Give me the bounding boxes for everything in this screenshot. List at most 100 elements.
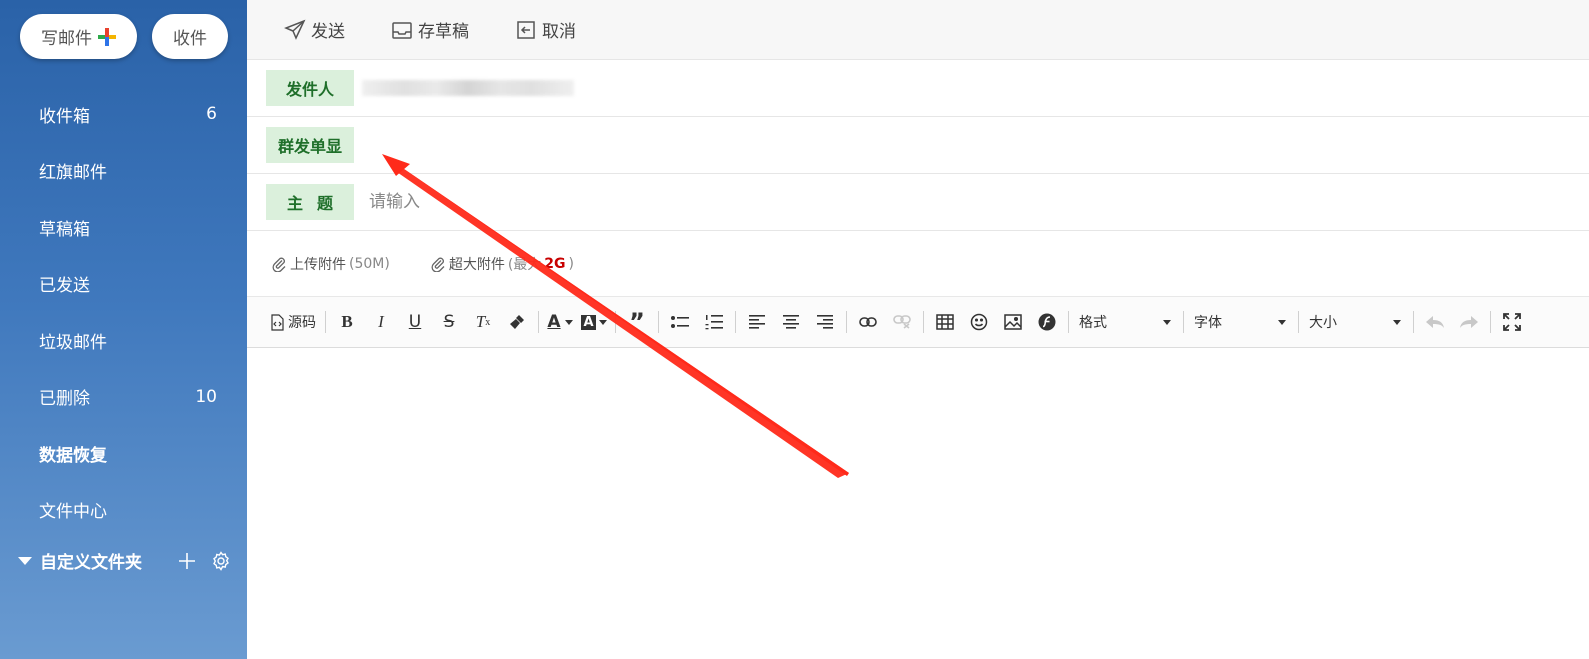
toolbar-divider xyxy=(1298,311,1299,333)
format-select[interactable]: 格式 xyxy=(1073,307,1179,337)
compose-label: 写邮件 xyxy=(41,29,92,49)
attachment-row: 上传附件 (50M) 超大附件 (最大 2G ) xyxy=(247,231,1589,296)
sidebar-item-label: 草稿箱 xyxy=(39,219,90,240)
add-folder-icon[interactable] xyxy=(175,549,199,573)
large-limit-prefix: (最大 xyxy=(507,256,542,273)
image-icon[interactable] xyxy=(996,307,1030,337)
plus-icon xyxy=(98,27,116,46)
sender-address-blurred[interactable] xyxy=(362,80,574,96)
toolbar-divider xyxy=(735,311,736,333)
custom-folders-header: 自定义文件夹 xyxy=(18,548,233,573)
source-code-button[interactable]: 源码 xyxy=(265,307,321,337)
sidebar-item-drafts[interactable]: 草稿箱 xyxy=(0,199,247,256)
sender-label: 发件人 xyxy=(266,70,354,106)
quote-icon[interactable]: ” xyxy=(620,307,654,337)
sidebar-item-label: 收件箱 xyxy=(39,106,90,127)
sidebar-item-label: 已发送 xyxy=(39,276,90,297)
gear-icon[interactable] xyxy=(209,549,233,573)
inbox-tray-icon xyxy=(392,21,412,39)
expand-triangle-icon[interactable] xyxy=(18,556,32,565)
numbered-list-icon[interactable] xyxy=(697,307,731,337)
subject-label: 主题 xyxy=(266,184,354,220)
chevron-down-icon xyxy=(1393,319,1401,325)
send-button[interactable]: 发送 xyxy=(284,17,345,42)
source-code-icon xyxy=(271,313,284,331)
undo-icon[interactable] xyxy=(1418,307,1452,337)
format-painter-icon[interactable] xyxy=(500,307,534,337)
upload-attachment-label: 上传附件 xyxy=(290,256,346,273)
link-icon[interactable] xyxy=(851,307,885,337)
emoji-icon[interactable] xyxy=(962,307,996,337)
table-icon[interactable] xyxy=(928,307,962,337)
exit-icon xyxy=(517,20,535,39)
bullet-list-icon[interactable] xyxy=(663,307,697,337)
sidebar-item-data-recovery[interactable]: 数据恢复 xyxy=(0,425,247,482)
align-center-icon[interactable] xyxy=(774,307,808,337)
editor-toolbar: 源码 B I U S Tx A A ” 格式 字体 大小 xyxy=(247,296,1589,348)
send-label: 发送 xyxy=(311,22,345,42)
compose-toolbar: 发送 存草稿 取消 xyxy=(247,0,1589,60)
deleted-count: 10 xyxy=(195,386,217,407)
sidebar-item-label: 红旗邮件 xyxy=(39,163,107,184)
sidebar: 写邮件 收件 收件箱 6 红旗邮件 草稿箱 已发送 垃圾邮件 已删除 10 数据… xyxy=(0,0,247,659)
toolbar-divider xyxy=(1068,311,1069,333)
folder-nav: 收件箱 6 红旗邮件 草稿箱 已发送 垃圾邮件 已删除 10 数据恢复 文件中心 xyxy=(0,86,247,538)
receive-label: 收件 xyxy=(173,29,207,49)
sidebar-item-label: 数据恢复 xyxy=(39,445,107,466)
chevron-down-icon xyxy=(1278,319,1286,325)
fullscreen-icon[interactable] xyxy=(1495,307,1529,337)
paperclip-icon xyxy=(431,257,445,272)
bold-button[interactable]: B xyxy=(330,307,364,337)
flash-icon[interactable] xyxy=(1030,307,1064,337)
toolbar-divider xyxy=(846,311,847,333)
font-select-label: 字体 xyxy=(1194,315,1222,331)
compose-panel: 发送 存草稿 取消 发件人 群发单显 主题 上传附件 xyxy=(247,0,1589,659)
save-draft-button[interactable]: 存草稿 xyxy=(391,17,469,42)
upload-limit: (50M) xyxy=(349,255,390,272)
sidebar-item-spam[interactable]: 垃圾邮件 xyxy=(0,312,247,369)
clear-format-button[interactable]: Tx xyxy=(466,307,500,337)
sidebar-item-deleted[interactable]: 已删除 10 xyxy=(0,369,247,426)
sidebar-item-label: 已删除 xyxy=(39,389,90,410)
toolbar-divider xyxy=(325,311,326,333)
sidebar-top-buttons: 写邮件 收件 xyxy=(20,14,228,59)
paperclip-icon xyxy=(272,257,286,272)
italic-button[interactable]: I xyxy=(364,307,398,337)
sidebar-item-flagged[interactable]: 红旗邮件 xyxy=(0,143,247,200)
toolbar-divider xyxy=(923,311,924,333)
font-select[interactable]: 字体 xyxy=(1188,307,1294,337)
font-color-button[interactable]: A xyxy=(543,307,577,337)
toolbar-divider xyxy=(615,311,616,333)
subject-row: 主题 xyxy=(247,174,1589,231)
large-limit-size: 2G xyxy=(544,255,566,272)
sidebar-item-sent[interactable]: 已发送 xyxy=(0,256,247,313)
cancel-button[interactable]: 取消 xyxy=(515,17,576,42)
toolbar-divider xyxy=(658,311,659,333)
underline-button[interactable]: U xyxy=(398,307,432,337)
unread-count: 6 xyxy=(206,104,217,125)
receive-button[interactable]: 收件 xyxy=(152,14,228,59)
sidebar-item-inbox[interactable]: 收件箱 6 xyxy=(0,86,247,143)
unlink-icon[interactable] xyxy=(885,307,919,337)
toolbar-divider xyxy=(1183,311,1184,333)
source-code-label: 源码 xyxy=(288,315,316,331)
message-editor[interactable] xyxy=(247,348,1589,658)
upload-attachment-button[interactable]: 上传附件 (50M) xyxy=(271,254,390,274)
compose-button[interactable]: 写邮件 xyxy=(20,14,137,59)
sidebar-item-file-center[interactable]: 文件中心 xyxy=(0,482,247,539)
subject-input[interactable] xyxy=(369,192,1269,212)
sender-row: 发件人 xyxy=(247,60,1589,117)
paper-plane-icon xyxy=(284,19,306,40)
large-attachment-label: 超大附件 xyxy=(448,256,505,273)
sidebar-item-label: 文件中心 xyxy=(39,502,107,523)
save-draft-label: 存草稿 xyxy=(418,22,469,42)
large-attachment-button[interactable]: 超大附件 (最大 2G ) xyxy=(430,254,574,274)
size-select[interactable]: 大小 xyxy=(1303,307,1409,337)
mass-send-label[interactable]: 群发单显 xyxy=(266,127,354,163)
custom-folders-label[interactable]: 自定义文件夹 xyxy=(40,548,165,573)
align-right-icon[interactable] xyxy=(808,307,842,337)
redo-icon[interactable] xyxy=(1452,307,1486,337)
strikethrough-button[interactable]: S xyxy=(432,307,466,337)
background-color-button[interactable]: A xyxy=(577,307,611,337)
align-left-icon[interactable] xyxy=(740,307,774,337)
